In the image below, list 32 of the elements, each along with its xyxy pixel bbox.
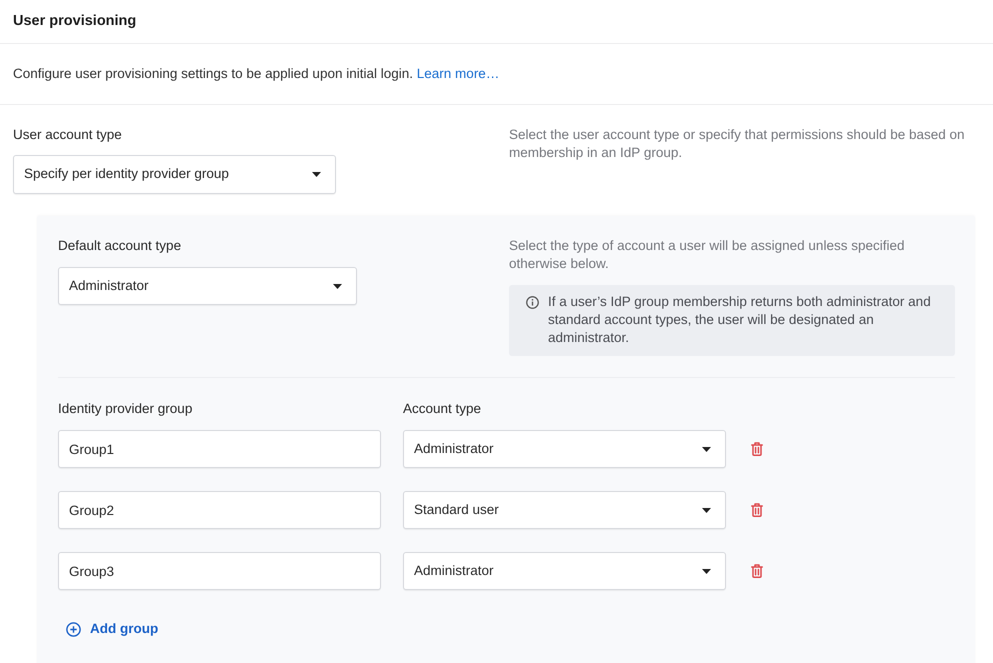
- notice-text: If a user’s IdP group membership returns both administrator and standard account types, the user will be designated an administrator.: [548, 293, 932, 347]
- field-label: User account type: [13, 127, 123, 143]
- add-group-button[interactable]: Add group: [66, 619, 158, 640]
- caret-icon: [702, 568, 711, 574]
- group-name-input[interactable]: Group2: [58, 491, 381, 529]
- group-name-input[interactable]: Group3: [58, 552, 381, 590]
- delete-button[interactable]: [750, 441, 764, 457]
- account-type-select[interactable]: Specify per identity provider group: [13, 155, 336, 194]
- info-icon: [526, 296, 539, 309]
- caret-icon: [333, 284, 342, 288]
- trash-icon: [751, 503, 763, 517]
- learn-more-link[interactable]: Learn more…: [416, 66, 500, 81]
- trash-icon: [751, 442, 763, 456]
- page-title: User provisioning: [13, 12, 136, 31]
- intro-text: Configure user provisioning settings to be applied upon initial login. Learn more…: [13, 64, 500, 83]
- caret-icon: [702, 446, 711, 452]
- delete-button[interactable]: [750, 563, 764, 579]
- field-label: Default account type: [58, 238, 182, 254]
- column-header: Identity provider group: [58, 401, 194, 417]
- help-text: Select the user account type or specify that permissions should be based on membership in an IdP group.: [509, 126, 966, 162]
- column-header: Account type: [403, 401, 482, 417]
- default-account-type-select[interactable]: Administrator: [58, 267, 357, 305]
- caret-icon: [702, 508, 711, 512]
- account-type-select[interactable]: Standard user: [403, 491, 726, 529]
- trash-icon: [751, 564, 763, 578]
- account-type-select[interactable]: Administrator: [403, 430, 726, 468]
- group-name-input[interactable]: Group1: [58, 430, 381, 468]
- help-text: Select the type of account a user will be assigned unless specified otherwise below.: [509, 237, 906, 273]
- plus-circle-icon: [66, 622, 81, 637]
- caret-icon: [312, 172, 321, 177]
- delete-button[interactable]: [750, 502, 764, 518]
- account-type-select[interactable]: Administrator: [403, 552, 726, 590]
